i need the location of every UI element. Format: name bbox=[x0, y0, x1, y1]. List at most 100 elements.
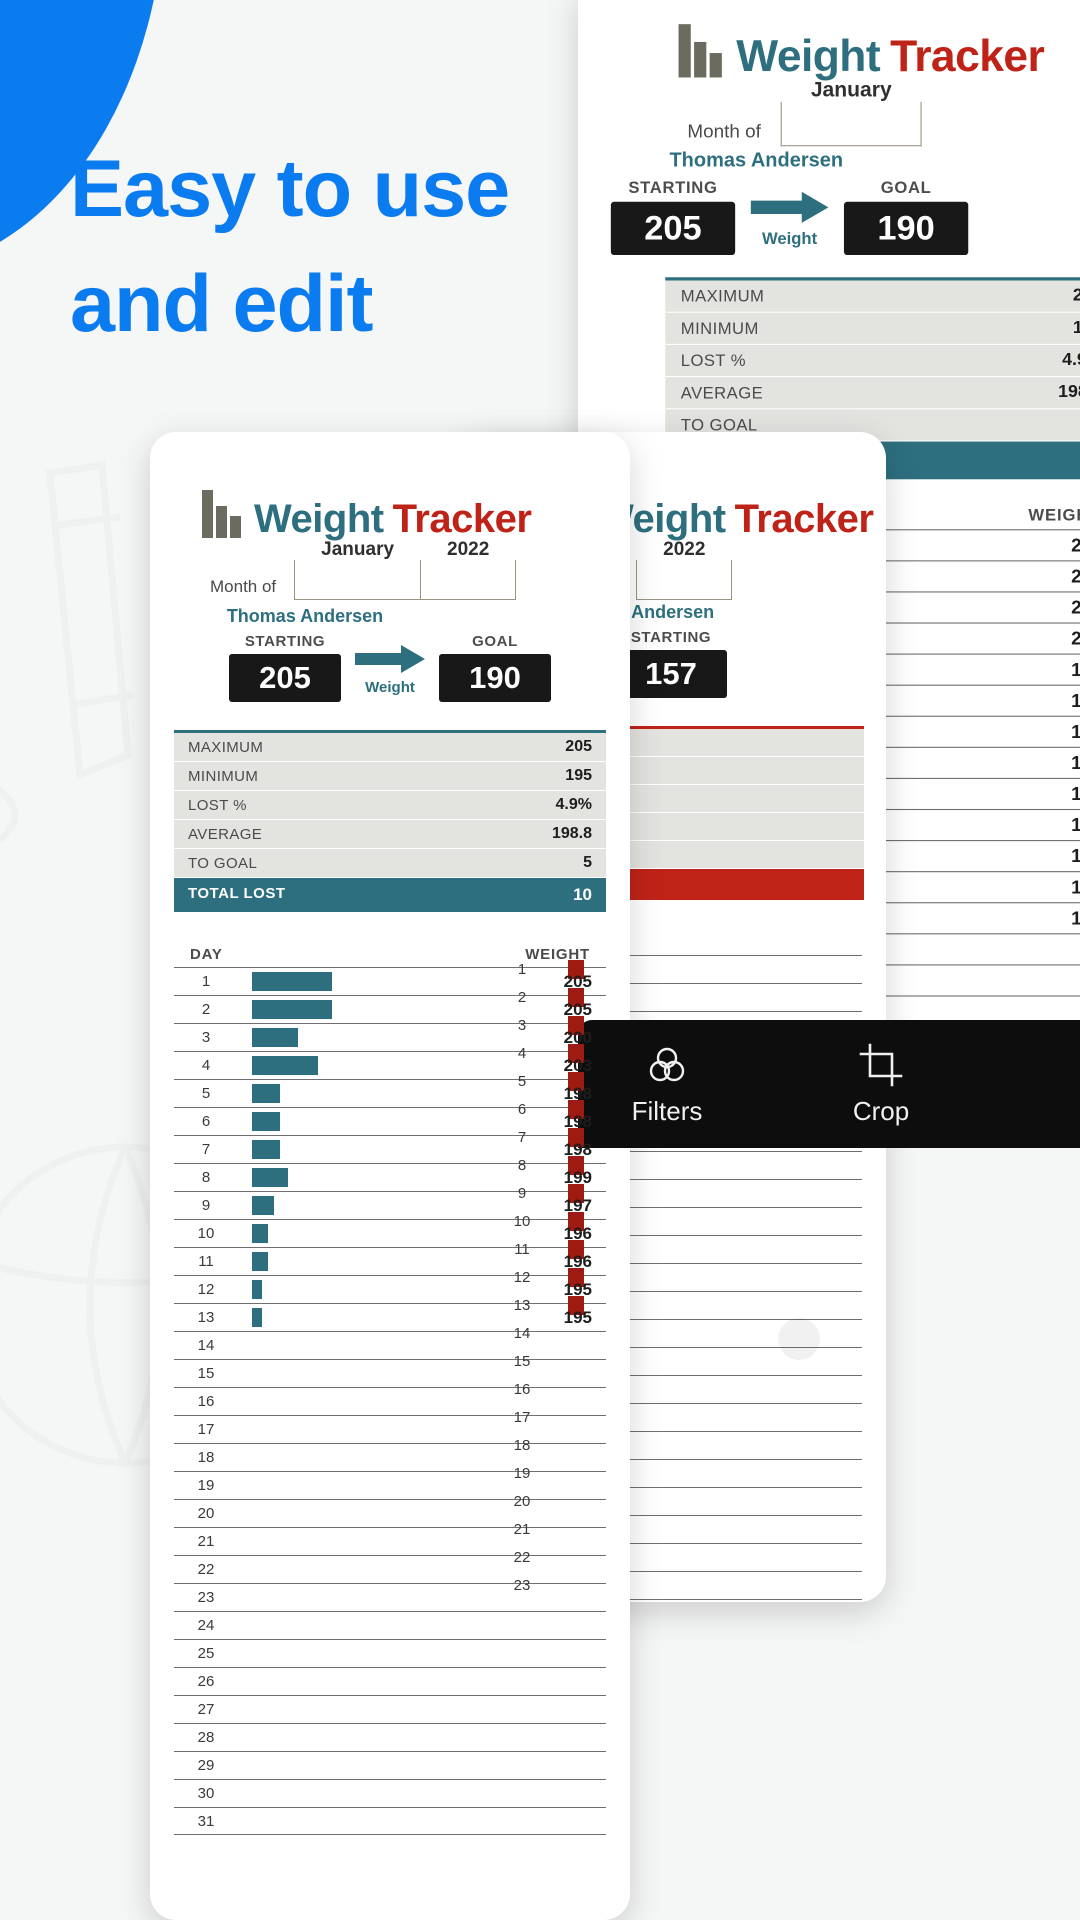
kpi-starting-back: STARTING 205 bbox=[610, 178, 736, 256]
day-number: 15 bbox=[197, 1365, 215, 1382]
table-row: LOST %4.9% bbox=[174, 791, 606, 820]
day-number: 9 bbox=[201, 1197, 211, 1214]
table-row[interactable]: 30 bbox=[174, 1779, 606, 1807]
day-number: 1 bbox=[517, 961, 527, 978]
day-number: 30 bbox=[197, 1785, 215, 1802]
weight-value: 195 bbox=[563, 1307, 592, 1327]
editor-toolbar: Filters Crop bbox=[578, 1020, 1080, 1148]
sheet-title-back: Weight Tracker bbox=[736, 31, 1045, 81]
weight-value: 196 bbox=[563, 1223, 592, 1243]
month-row-back: Month of January bbox=[578, 79, 1080, 147]
day-number: 29 bbox=[197, 1757, 215, 1774]
weight-value: 198 bbox=[563, 1139, 592, 1159]
day-number: 14 bbox=[197, 1337, 215, 1354]
filters-icon bbox=[592, 1042, 742, 1088]
person-name-front: Thomas Andersen bbox=[226, 606, 384, 626]
day-number: 18 bbox=[513, 1437, 531, 1454]
crop-button[interactable]: Crop bbox=[806, 1042, 956, 1127]
weight-value: 200 bbox=[1071, 596, 1080, 618]
weight-bar bbox=[252, 1196, 274, 1215]
weight-value: 196 bbox=[1071, 814, 1080, 836]
table-row[interactable]: 25 bbox=[174, 1639, 606, 1667]
weight-bar bbox=[252, 1112, 280, 1131]
day-number: 6 bbox=[201, 1113, 211, 1130]
year-field-front[interactable]: 2022 bbox=[421, 539, 517, 600]
resize-handle[interactable] bbox=[778, 1318, 820, 1360]
weight-bar bbox=[252, 1084, 280, 1103]
day-number: 15 bbox=[513, 1353, 531, 1370]
weight-bar bbox=[252, 1224, 268, 1243]
weight-value: 196 bbox=[563, 1251, 592, 1271]
day-number: 14 bbox=[513, 1325, 531, 1342]
year-field-mid[interactable]: 2022 bbox=[636, 539, 733, 600]
day-number: 5 bbox=[201, 1085, 211, 1102]
day-number: 16 bbox=[197, 1393, 215, 1410]
day-number: 12 bbox=[513, 1269, 531, 1286]
filters-button[interactable]: Filters bbox=[592, 1042, 742, 1127]
total-lost-row-front: TOTAL LOST 10 bbox=[174, 878, 606, 912]
day-number: 20 bbox=[513, 1493, 531, 1510]
day-number: 10 bbox=[197, 1225, 215, 1242]
day-number: 17 bbox=[513, 1409, 531, 1426]
kpi-starting-mid: STARTING 157 bbox=[615, 629, 727, 698]
weight-bar bbox=[252, 1000, 332, 1019]
month-field-front[interactable]: January bbox=[294, 539, 422, 600]
right-arrow-icon bbox=[750, 191, 829, 223]
day-number: 16 bbox=[513, 1381, 531, 1398]
table-row[interactable]: 28 bbox=[174, 1723, 606, 1751]
day-number: 24 bbox=[197, 1617, 215, 1634]
table-row: MAXIMUM205 bbox=[665, 280, 1080, 313]
day-number: 1 bbox=[201, 973, 211, 990]
weight-value: 205 bbox=[1071, 565, 1080, 587]
weight-value: 198 bbox=[563, 1111, 592, 1131]
table-row: AVERAGE198.8 bbox=[174, 820, 606, 849]
weight-value: 203 bbox=[1071, 627, 1080, 649]
day-number: 11 bbox=[198, 1253, 214, 1270]
arrow-block-front: Weight bbox=[355, 645, 425, 702]
table-row[interactable]: 31 bbox=[174, 1807, 606, 1835]
day-number: 13 bbox=[197, 1309, 215, 1326]
kpi-row-back: STARTING 205 Weight GOAL 190 bbox=[578, 178, 1080, 256]
month-row-front: Month of January 2022 bbox=[150, 539, 630, 600]
day-number: 21 bbox=[513, 1521, 531, 1538]
weight-bar bbox=[252, 1168, 288, 1187]
day-number: 7 bbox=[201, 1141, 211, 1158]
day-number: 8 bbox=[201, 1169, 211, 1186]
weight-value: 205 bbox=[563, 971, 592, 991]
weight-value: 200 bbox=[563, 1027, 592, 1047]
sheet-title-mid: Weight Tracker bbox=[596, 497, 874, 541]
table-row: AVERAGE198.8 bbox=[665, 377, 1080, 410]
right-arrow-icon bbox=[355, 645, 425, 673]
weight-value: 198 bbox=[563, 1083, 592, 1103]
weight-value: 195 bbox=[1071, 876, 1080, 898]
weight-value: 205 bbox=[563, 999, 592, 1019]
table-row: MAXIMUM205 bbox=[174, 733, 606, 762]
document-card-front[interactable]: Weight Tracker Month of January 2022 Thom… bbox=[150, 432, 630, 1920]
weight-value: 199 bbox=[563, 1167, 592, 1187]
day-number: 22 bbox=[513, 1549, 531, 1566]
weight-value: 205 bbox=[1071, 534, 1080, 556]
table-row[interactable]: 24 bbox=[174, 1611, 606, 1639]
weight-bar bbox=[252, 972, 332, 991]
table-row: MINIMUM195 bbox=[665, 312, 1080, 345]
day-number: 22 bbox=[197, 1561, 215, 1578]
kpi-goal-front: GOAL 190 bbox=[439, 633, 551, 702]
sheet-header-front: Weight Tracker bbox=[150, 432, 630, 542]
arc-watermark-icon bbox=[0, 786, 19, 844]
table-row[interactable]: 27 bbox=[174, 1695, 606, 1723]
month-field-back[interactable]: January bbox=[780, 79, 922, 147]
weight-bar bbox=[252, 1280, 262, 1299]
day-number: 19 bbox=[197, 1477, 215, 1494]
day-number: 5 bbox=[517, 1073, 527, 1090]
weight-bar bbox=[252, 1140, 280, 1159]
day-number: 4 bbox=[517, 1045, 527, 1062]
weight-bar bbox=[252, 1308, 262, 1327]
day-number: 9 bbox=[517, 1185, 527, 1202]
table-row[interactable]: 29 bbox=[174, 1751, 606, 1779]
table-row[interactable]: 26 bbox=[174, 1667, 606, 1695]
weight-bar bbox=[252, 1028, 298, 1047]
table-row: MINIMUM195 bbox=[174, 762, 606, 791]
day-number: 26 bbox=[197, 1673, 215, 1690]
weight-value: 199 bbox=[1071, 752, 1080, 774]
arrow-block-back: Weight bbox=[750, 191, 829, 255]
